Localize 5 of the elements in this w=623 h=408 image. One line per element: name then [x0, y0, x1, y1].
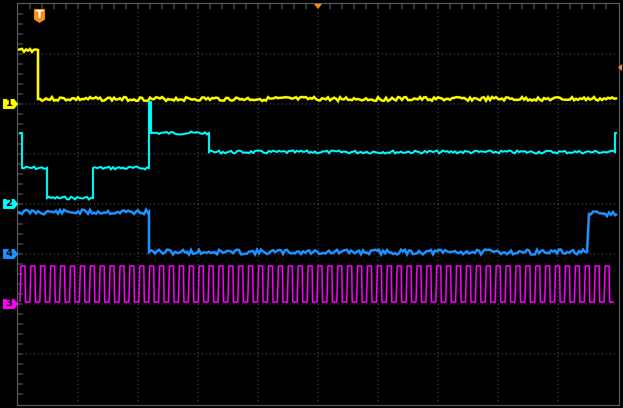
trigger-level-icon — [618, 64, 622, 71]
trigger-position-icon — [314, 4, 322, 9]
channel-marker: 1 — [3, 99, 18, 109]
trigger-marker: T — [34, 9, 45, 23]
channel-marker: 4 — [3, 249, 18, 259]
